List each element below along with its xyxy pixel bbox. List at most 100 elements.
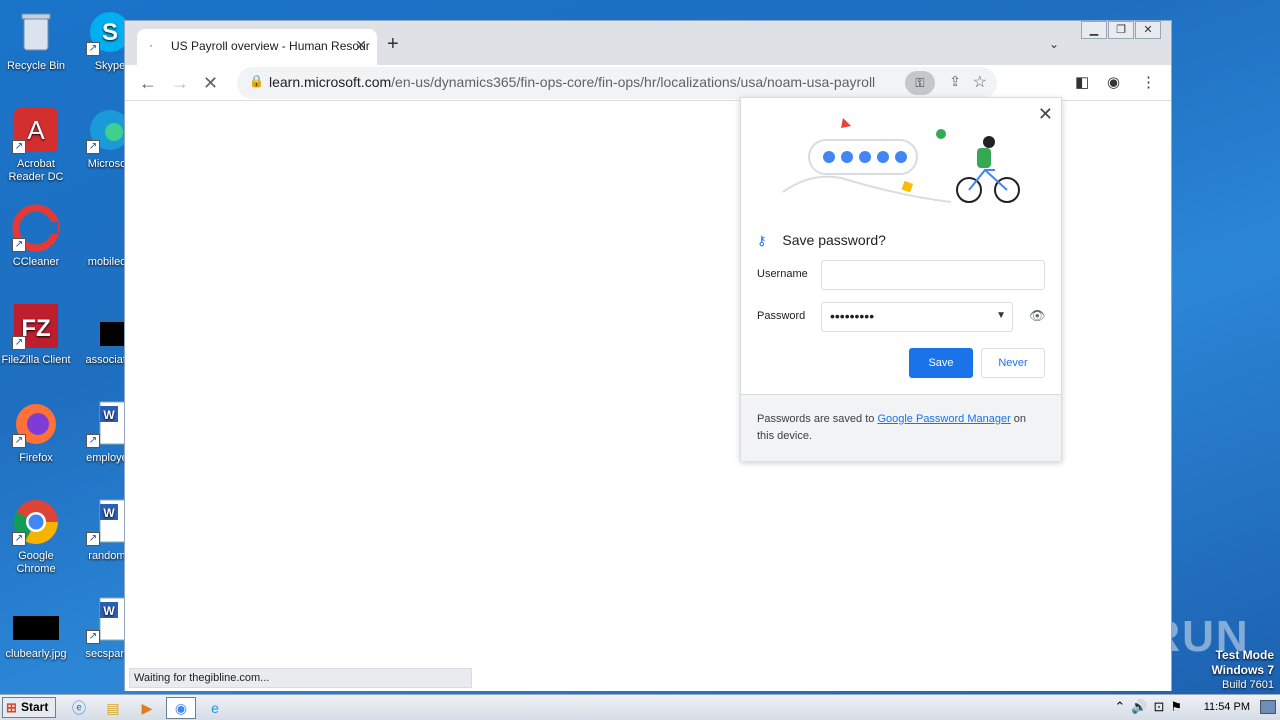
- test-mode-label: Test Mode: [1215, 648, 1274, 662]
- chrome-taskbar-icon[interactable]: ◉: [166, 697, 196, 719]
- loading-favicon-icon: ·: [149, 38, 153, 52]
- close-icon[interactable]: ✕: [1038, 104, 1053, 125]
- password-select[interactable]: ••••••••• ▼: [821, 302, 1013, 332]
- desktop-icon-label: Recycle Bin: [6, 60, 66, 72]
- svg-text:W: W: [103, 408, 115, 422]
- forward-arrow-icon[interactable]: →: [171, 73, 189, 94]
- shortcut-arrow-icon: ↗: [86, 532, 100, 546]
- svg-text:S: S: [102, 19, 118, 46]
- build-label: Build 7601: [1222, 679, 1274, 691]
- show-desktop-button[interactable]: [1260, 700, 1276, 714]
- password-label: Password: [757, 310, 806, 322]
- acrobat-icon: A ↗: [12, 106, 60, 154]
- profile-avatar-icon[interactable]: ◉: [1107, 73, 1120, 91]
- kebab-menu-icon[interactable]: ⋮: [1141, 73, 1156, 91]
- network-icon[interactable]: ⊡: [1153, 699, 1170, 714]
- side-panel-icon[interactable]: ◧: [1075, 73, 1089, 91]
- shortcut-arrow-icon: ↗: [12, 532, 26, 546]
- dialog-footer: Passwords are saved to Google Password M…: [741, 394, 1061, 461]
- close-tab-icon[interactable]: ✕: [355, 37, 367, 54]
- shortcut-arrow-icon: ↗: [12, 140, 26, 154]
- filezilla-icon: FZ ↗: [12, 302, 60, 350]
- tab-search-chevron-icon[interactable]: ⌄: [1049, 37, 1059, 51]
- shortcut-arrow-icon: ↗: [86, 140, 100, 154]
- recycle-bin-icon: [12, 8, 60, 56]
- browser-toolbar: ← → ✕ 🔒 learn.microsoft.com/en-us/dynami…: [125, 65, 1171, 101]
- shortcut-arrow-icon: ↗: [86, 42, 100, 56]
- desktop-icon-label: Google Chrome: [16, 550, 56, 575]
- shortcut-arrow-icon: ↗: [12, 336, 26, 350]
- dialog-title: Save password?: [782, 232, 886, 248]
- dialog-title-row: ⚷ Save password?: [757, 232, 886, 249]
- start-button[interactable]: ⊞ Start: [2, 697, 56, 718]
- key-icon: ⚷: [757, 233, 767, 248]
- shortcut-arrow-icon: ↗: [86, 434, 100, 448]
- chevron-down-icon: ▼: [996, 310, 1006, 321]
- desktop-icon-recycle-bin[interactable]: Recycle Bin: [0, 8, 72, 73]
- desktop-icon-acrobat[interactable]: A ↗ Acrobat Reader DC: [0, 106, 72, 184]
- back-arrow-icon[interactable]: ←: [139, 73, 157, 94]
- desktop-icon-firefox[interactable]: ↗ Firefox: [0, 400, 72, 465]
- image-file-icon: [12, 596, 60, 644]
- shortcut-arrow-icon: ↗: [12, 238, 26, 252]
- browser-tab[interactable]: · US Payroll overview - Human Resour ✕: [137, 29, 377, 65]
- svg-text:W: W: [103, 604, 115, 618]
- windows-logo-icon: ⊞: [6, 700, 17, 715]
- shortcut-arrow-icon: ↗: [86, 630, 100, 644]
- test-mode-notice: Test Mode Windows 7 Build 7601: [1211, 648, 1274, 692]
- share-icon[interactable]: ⇪: [949, 73, 961, 90]
- status-bar: Waiting for thegibline.com...: [129, 668, 472, 688]
- url-host: learn.microsoft.com: [269, 74, 392, 90]
- password-illustration: [781, 112, 1031, 212]
- bookmark-star-icon[interactable]: ☆: [973, 72, 987, 92]
- stop-loading-icon[interactable]: ✕: [203, 73, 218, 94]
- desktop-icon-ccleaner[interactable]: ↗ CCleaner: [0, 204, 72, 269]
- tray-icons: ⌃🔊⊡⚑: [1114, 699, 1188, 715]
- lock-icon[interactable]: 🔒: [249, 74, 264, 88]
- desktop-icon-google-chrome[interactable]: ↗ Google Chrome: [0, 498, 72, 576]
- browser-window: · US Payroll overview - Human Resour ✕ +…: [124, 20, 1172, 691]
- internet-explorer-taskbar-icon[interactable]: ⓔ: [64, 697, 94, 719]
- desktop-icon-label: Skype: [94, 60, 126, 72]
- desktop-icon-label: CCleaner: [12, 256, 60, 268]
- save-password-dialog: ✕ ⚷ Save password? Username Password •••…: [740, 97, 1062, 461]
- username-label: Username: [757, 268, 808, 280]
- new-tab-icon[interactable]: +: [387, 33, 399, 56]
- volume-icon[interactable]: 🔊: [1131, 699, 1153, 714]
- password-value: •••••••••: [830, 308, 875, 324]
- desktop-icon-clubearly[interactable]: clubearly.jpg: [0, 596, 72, 661]
- password-manager-link[interactable]: Google Password Manager: [877, 413, 1010, 425]
- media-player-taskbar-icon[interactable]: ▶: [132, 697, 162, 719]
- file-explorer-taskbar-icon[interactable]: ▤: [98, 697, 128, 719]
- show-password-eye-icon[interactable]: 👁: [1029, 308, 1046, 324]
- tab-title: US Payroll overview - Human Resour: [171, 39, 370, 53]
- ccleaner-icon: ↗: [12, 204, 60, 252]
- window-controls: ▁ ❐ ✕: [1080, 21, 1161, 39]
- desktop-icon-label: FileZilla Client: [1, 354, 71, 366]
- close-window-icon[interactable]: ✕: [1135, 21, 1161, 39]
- edge-taskbar-icon[interactable]: e: [200, 697, 230, 719]
- tab-strip: · US Payroll overview - Human Resour ✕ +…: [125, 21, 1171, 65]
- footer-prefix: Passwords are saved to: [757, 413, 878, 425]
- shortcut-arrow-icon: ↗: [12, 434, 26, 448]
- save-button[interactable]: Save: [909, 348, 973, 378]
- url-path: /en-us/dynamics365/fin-ops-core/fin-ops/…: [391, 74, 876, 90]
- firefox-icon: ↗: [12, 400, 60, 448]
- restore-icon[interactable]: ❐: [1108, 21, 1134, 39]
- clock[interactable]: 11:54 PM: [1204, 701, 1250, 713]
- desktop-icon-label: Firefox: [19, 452, 53, 464]
- never-button[interactable]: Never: [981, 348, 1045, 378]
- password-key-icon[interactable]: ⚿: [905, 71, 935, 95]
- action-center-flag-icon[interactable]: ⚑: [1170, 699, 1188, 714]
- minimize-icon[interactable]: ▁: [1081, 21, 1107, 39]
- svg-text:A: A: [27, 115, 45, 145]
- username-field[interactable]: [821, 260, 1045, 290]
- desktop-icon-filezilla[interactable]: FZ ↗ FileZilla Client: [0, 302, 72, 367]
- desktop-icon-label: clubearly.jpg: [5, 648, 67, 660]
- show-hidden-icons-icon[interactable]: ⌃: [1114, 699, 1131, 714]
- desktop-icon-label: Acrobat Reader DC: [8, 158, 64, 183]
- os-name-label: Windows 7: [1211, 663, 1274, 677]
- address-bar[interactable]: 🔒 learn.microsoft.com/en-us/dynamics365/…: [237, 67, 997, 99]
- start-label: Start: [21, 700, 49, 714]
- svg-text:W: W: [103, 506, 115, 520]
